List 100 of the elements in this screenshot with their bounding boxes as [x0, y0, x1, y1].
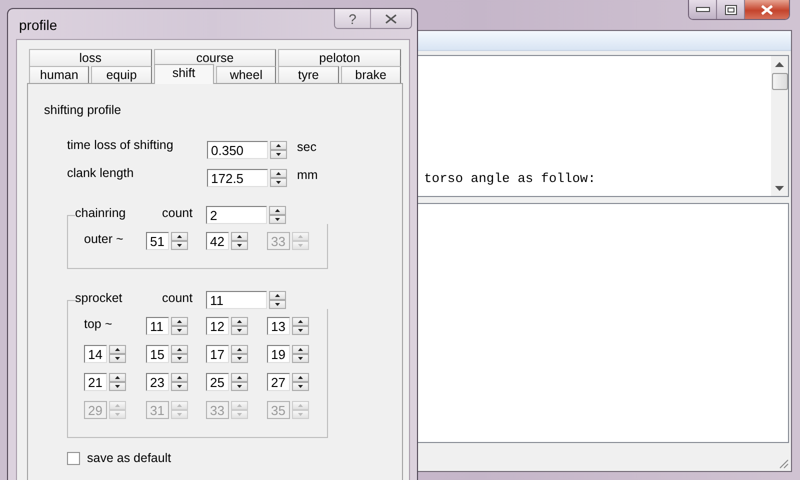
spin-down-button[interactable] [270, 150, 287, 159]
spin-down-button[interactable] [171, 326, 188, 335]
caret-down-icon [237, 385, 242, 388]
spin-down-button[interactable] [231, 382, 248, 391]
number-field[interactable]: 21 [84, 373, 107, 391]
tab[interactable]: equip [91, 66, 152, 83]
number-field[interactable]: 13 [267, 317, 290, 335]
spin-up-button[interactable] [171, 373, 188, 382]
tab[interactable]: human [29, 66, 90, 83]
scroll-up-icon[interactable] [775, 62, 784, 67]
spin-up-button[interactable] [231, 373, 248, 382]
spin-down-button[interactable] [109, 354, 126, 363]
spin-down-button[interactable] [269, 215, 286, 224]
number-field[interactable]: 42 [206, 232, 229, 250]
caret-down-icon [298, 385, 303, 388]
caret-down-icon [298, 357, 303, 360]
spin-down-button[interactable] [231, 326, 248, 335]
minimize-button[interactable] [689, 0, 717, 19]
spin-down-button[interactable] [171, 382, 188, 391]
tab[interactable]: brake [340, 66, 401, 83]
tab[interactable]: tyre [278, 66, 339, 83]
number-field[interactable]: 19 [267, 345, 290, 363]
spin-down-button[interactable] [231, 241, 248, 250]
number-field[interactable]: 14 [84, 345, 107, 363]
scroll-down-icon[interactable] [775, 186, 784, 191]
spin-down-button[interactable] [171, 354, 188, 363]
number-field[interactable]: 12 [206, 317, 229, 335]
number-field[interactable]: 17 [206, 345, 229, 363]
number-field[interactable]: 15 [146, 345, 169, 363]
close-button[interactable] [745, 0, 789, 19]
caret-down-icon [177, 244, 182, 247]
spin-up-button[interactable] [269, 291, 286, 300]
spin-up-button[interactable] [270, 169, 287, 178]
caret-up-icon [177, 320, 182, 323]
number-field[interactable]: 23 [146, 373, 169, 391]
number-field[interactable]: 25 [206, 373, 229, 391]
spin-up-button[interactable] [109, 345, 126, 354]
spin-up-button[interactable] [171, 232, 188, 241]
spin-up-button[interactable] [292, 345, 309, 354]
number-field[interactable]: 27 [267, 373, 290, 391]
caret-up-icon [237, 404, 242, 407]
spin-up-button[interactable] [171, 345, 188, 354]
number-field[interactable]: 11 [146, 317, 169, 335]
unit-label: mm [297, 168, 318, 182]
caret-down-icon [177, 413, 182, 416]
number-field[interactable]: 0.350 [207, 141, 268, 159]
number-field[interactable]: 172.5 [207, 169, 268, 187]
caret-up-icon [298, 235, 303, 238]
dialog-title: profile [19, 17, 58, 33]
caret-up-icon [276, 144, 281, 147]
field-label: time loss of shifting [67, 138, 174, 152]
spin-down-button[interactable] [292, 326, 309, 335]
tab[interactable]: wheel [216, 66, 276, 83]
caret-up-icon [177, 235, 182, 238]
spin-down-button[interactable] [231, 354, 248, 363]
spin-down-button[interactable] [270, 178, 287, 187]
spin-up-button[interactable] [270, 141, 287, 150]
help-button[interactable]: ? [335, 9, 371, 28]
spin-up-button[interactable] [292, 373, 309, 382]
spin-up-button[interactable] [171, 317, 188, 326]
row-label: top ~ [84, 317, 114, 331]
field-label: clank length [67, 166, 135, 180]
caret-down-icon [276, 181, 281, 184]
spin-down-button[interactable] [292, 354, 309, 363]
close-button[interactable] [371, 9, 411, 28]
scrollbar[interactable] [771, 56, 788, 196]
spin-down-button[interactable] [109, 382, 126, 391]
checkbox[interactable] [67, 452, 80, 464]
spin-up-button[interactable] [231, 232, 248, 241]
spin-down-button[interactable] [171, 241, 188, 250]
tab[interactable]: course [154, 49, 276, 66]
spin-up-button[interactable] [292, 317, 309, 326]
maximize-button[interactable] [717, 0, 745, 19]
caret-down-icon [177, 357, 182, 360]
caret-down-icon [237, 244, 242, 247]
number-field[interactable]: 2 [206, 206, 267, 224]
caret-up-icon [177, 376, 182, 379]
spin-down-button[interactable] [269, 300, 286, 309]
caret-down-icon [115, 413, 120, 416]
caret-up-icon [115, 348, 120, 351]
caret-down-icon [298, 329, 303, 332]
caret-down-icon [237, 413, 242, 416]
checkbox-label: save as default [87, 451, 172, 465]
caret-up-icon [177, 404, 182, 407]
group-legend: sprocket [75, 291, 162, 305]
spin-up-button[interactable] [269, 206, 286, 215]
caret-down-icon [298, 244, 303, 247]
spin-up-button[interactable] [231, 317, 248, 326]
tab[interactable]: peloton [278, 49, 402, 66]
spin-up-button[interactable] [231, 345, 248, 354]
caret-up-icon [276, 172, 281, 175]
number-field[interactable]: 11 [206, 291, 267, 309]
caret-up-icon [237, 235, 242, 238]
tab[interactable]: loss [29, 49, 152, 66]
tab[interactable]: shift [154, 64, 214, 84]
number-field[interactable]: 51 [146, 232, 169, 250]
spin-down-button[interactable] [292, 382, 309, 391]
scroll-thumb[interactable] [772, 73, 788, 90]
resize-grip-icon[interactable] [777, 457, 789, 469]
spin-up-button[interactable] [109, 373, 126, 382]
